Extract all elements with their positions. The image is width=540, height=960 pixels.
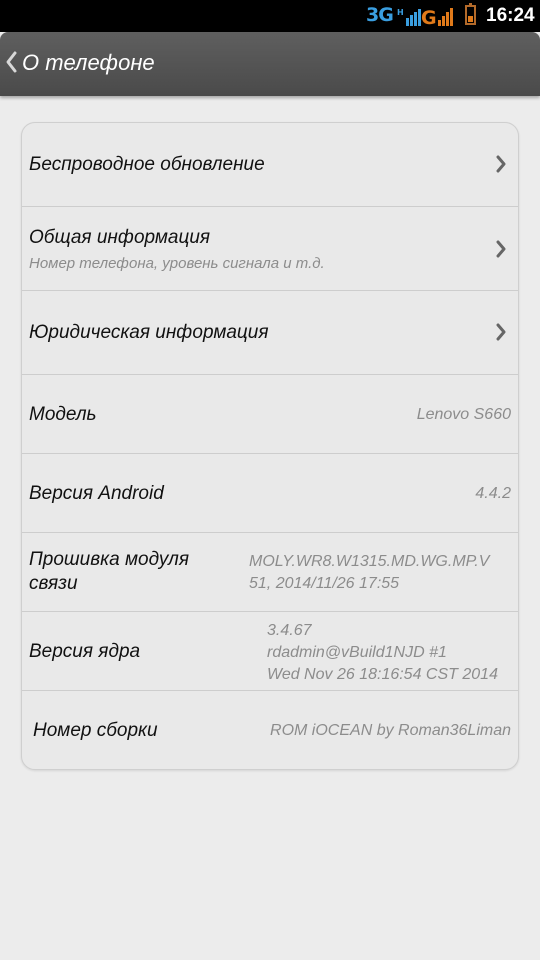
list-item-legal-info[interactable]: Юридическая информация <box>22 291 518 375</box>
model-value: Lenovo S660 <box>416 406 511 423</box>
settings-list: Беспроводное обновление Общая информация… <box>21 122 519 770</box>
list-item-label: Номер сборки <box>33 720 158 741</box>
clock: 16:24 <box>486 5 535 26</box>
kernel-value-line2: rdadmin@vBuild1NJD #1 <box>267 644 447 661</box>
build-number-value: ROM iOCEAN by Roman36Liman <box>270 722 511 739</box>
action-bar: О телефоне <box>0 32 540 96</box>
battery-icon <box>465 3 476 25</box>
svg-text:G: G <box>421 7 437 26</box>
list-item-baseband-version: Прошивка модуля связи MOLY.WR8.W1315.MD.… <box>22 533 518 612</box>
page-title[interactable]: О телефоне <box>22 50 155 76</box>
status-bar: 3G H G 16:24 <box>0 0 540 32</box>
network-type: 3G <box>366 4 394 26</box>
list-item-label: Общая информация <box>29 227 211 248</box>
android-version-value: 4.4.2 <box>475 485 511 502</box>
list-item-model: Модель Lenovo S660 <box>22 375 518 454</box>
kernel-value-line3: Wed Nov 26 18:16:54 CST 2014 <box>267 666 498 683</box>
list-item-label: Юридическая информация <box>29 322 269 343</box>
chevron-right-icon <box>496 323 506 341</box>
svg-text:H: H <box>397 8 404 17</box>
baseband-value-line1: MOLY.WR8.W1315.MD.WG.MP.V <box>249 553 490 570</box>
chevron-right-icon <box>496 155 506 173</box>
list-item-label: Модель <box>29 404 97 425</box>
list-item-subtitle: Номер телефона, уровень сигнала и т.д. <box>29 255 325 272</box>
baseband-value-line2: 51, 2014/11/26 17:55 <box>249 575 400 592</box>
list-item-label: Беспроводное обновление <box>29 154 265 175</box>
list-item-label-line2: связи <box>29 573 78 594</box>
back-chevron-icon[interactable] <box>4 50 18 74</box>
list-item-label: Прошивка модуля <box>29 549 190 570</box>
list-item-kernel-version: Версия ядра 3.4.67 rdadmin@vBuild1NJD #1… <box>22 612 518 691</box>
list-item-label: Версия ядра <box>29 641 141 662</box>
kernel-value-line1: 3.4.67 <box>267 622 312 639</box>
list-item-wireless-update[interactable]: Беспроводное обновление <box>22 123 518 207</box>
list-item-android-version: Версия Android 4.4.2 <box>22 454 518 533</box>
list-item-general-info[interactable]: Общая информация Номер телефона, уровень… <box>22 207 518 291</box>
list-item-build-number: Номер сборки ROM iOCEAN by Roman36Liman <box>22 691 518 769</box>
signal-icon: H G <box>397 7 453 26</box>
list-item-label: Версия Android <box>29 483 164 504</box>
chevron-right-icon <box>496 240 506 258</box>
